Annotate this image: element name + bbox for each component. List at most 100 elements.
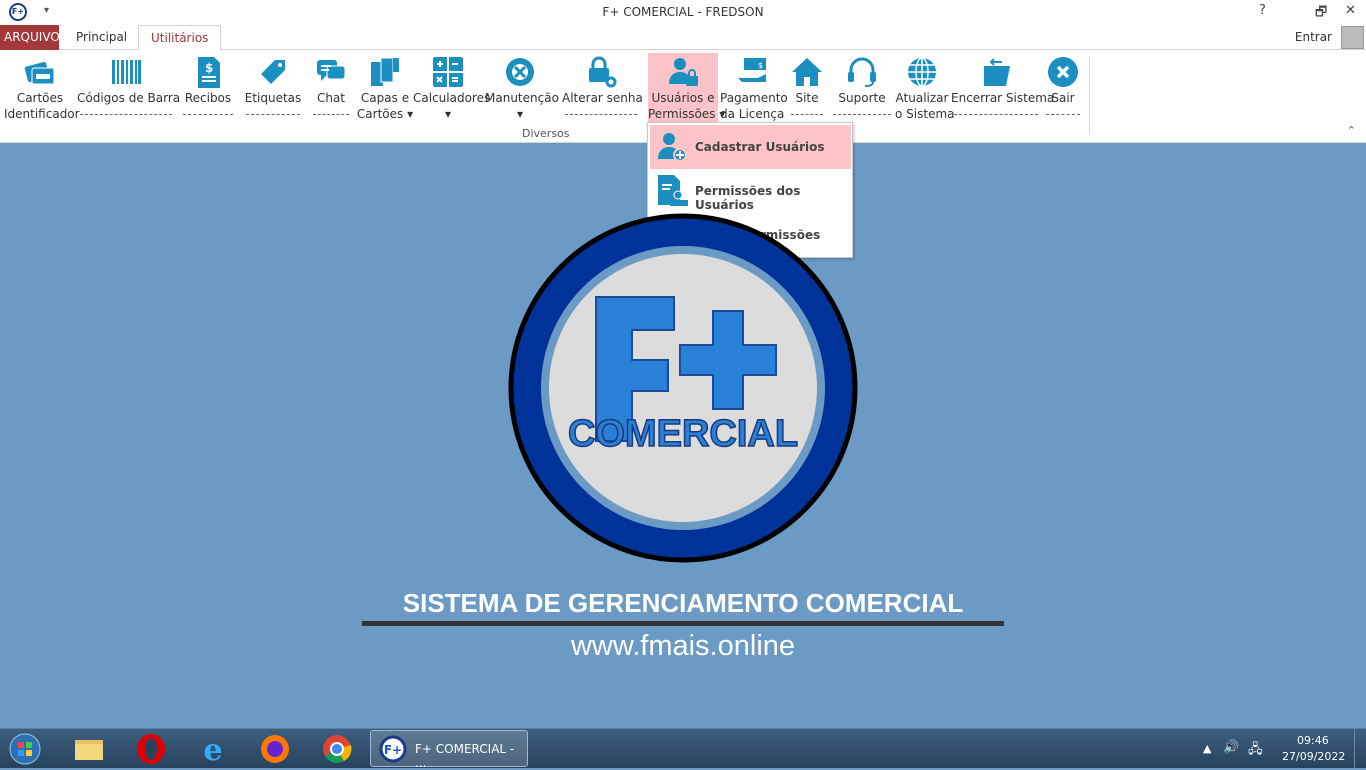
lock-key-icon	[589, 56, 617, 88]
covers-icon	[371, 57, 399, 86]
divider	[246, 106, 300, 115]
svg-text:COMERCIAL: COMERCIAL	[568, 413, 798, 455]
ribbon-button-label: Capas e	[360, 91, 410, 105]
ribbon-button-label: Atualizar	[895, 91, 949, 105]
home-icon	[792, 58, 822, 86]
taskbar-app-label: F+ COMERCIAL - ...	[415, 742, 515, 770]
ribbon-button-label-2: ▾	[444, 107, 452, 121]
divider	[313, 106, 349, 115]
show-hidden-icons-button[interactable]: ▲	[1203, 742, 1211, 755]
ribbon-button-sair[interactable]: Sair	[1043, 53, 1083, 125]
menu-item-cadastrar-usuarios[interactable]: Cadastrar Usuários	[650, 125, 851, 169]
taskbar-app-f-comercial[interactable]: F+ F+ COMERCIAL - ...	[370, 730, 528, 770]
divider	[954, 106, 1038, 115]
ribbon-button-c-digos-de-barra[interactable]: Códigos de Barra	[77, 53, 181, 125]
help-button[interactable]: ?	[1259, 3, 1266, 18]
ribbon-button-calculadores[interactable]: Calculadores ▾	[413, 53, 490, 125]
ribbon-button-etiquetas[interactable]: Etiquetas	[243, 53, 303, 125]
svg-text:F+: F+	[384, 743, 402, 757]
tab-utilitarios[interactable]: Utilitários	[138, 25, 222, 51]
ribbon-button-label: Sair	[1051, 91, 1075, 105]
ribbon-button-label-2: o Sistema	[895, 107, 955, 121]
divider	[791, 106, 823, 115]
close-button[interactable]: ✕	[1345, 3, 1356, 18]
payment-icon: $	[738, 58, 766, 82]
ribbon-button-label: Encerrar Sistema	[951, 91, 1055, 105]
restore-button[interactable]: 🗗	[1315, 3, 1327, 25]
ribbon-button-label: Pagamento	[720, 91, 788, 105]
svg-text:e: e	[203, 733, 222, 766]
tab-arquivo[interactable]: ARQUIVO	[0, 25, 60, 50]
group-label: Diversos	[522, 127, 570, 140]
opera-icon[interactable]	[134, 732, 168, 766]
divider	[833, 106, 891, 115]
show-desktop-button[interactable]	[1354, 729, 1366, 769]
ribbon-button-cart-es[interactable]: Cartões Identificador	[4, 53, 80, 125]
ribbon-button-alterar-senha[interactable]: Alterar senha	[562, 53, 643, 125]
ribbon-button-label-2: Permissões ▾	[648, 107, 726, 121]
sign-in-link[interactable]: Entrar	[1295, 30, 1332, 44]
barcode-icon	[112, 60, 141, 84]
ribbon-button-label: Etiquetas	[244, 91, 302, 105]
chrome-icon[interactable]	[320, 732, 354, 766]
maintenance-icon	[506, 58, 534, 86]
ribbon-button-site[interactable]: Site	[788, 53, 826, 125]
start-button-icon[interactable]	[8, 732, 42, 766]
menu-item-label: Permissões dos Usuários	[695, 184, 801, 212]
ribbon-button-label-2: ▾	[516, 107, 524, 121]
avatar[interactable]	[1341, 26, 1364, 49]
divider	[1089, 56, 1090, 134]
network-icon[interactable]: 🖧	[1248, 740, 1263, 762]
ribbon-button-recibos[interactable]: $ Recibos	[180, 53, 236, 125]
ribbon-button-usu-rios-e[interactable]: Usuários e Permissões ▾	[648, 53, 726, 125]
divider	[1046, 106, 1080, 115]
receipt-icon: $	[198, 57, 220, 88]
calculator-icon	[433, 57, 463, 87]
ribbon-button-label-2: da Licença	[720, 107, 785, 121]
close-circle-icon	[1048, 57, 1078, 87]
title-bar: F+ ▾ F+ COMERCIAL - FREDSON ? 🗗 ✕	[0, 0, 1366, 25]
clock-time[interactable]: 09:46	[1297, 734, 1329, 747]
tab-principal[interactable]: Principal	[64, 25, 139, 50]
permissions-icon	[658, 175, 688, 206]
user-lock-icon	[669, 58, 698, 86]
ribbon-button-manuten-o[interactable]: Manutenção ▾	[485, 53, 559, 125]
file-explorer-icon[interactable]	[72, 732, 106, 766]
slogan: SISTEMA DE GERENCIAMENTO COMERCIAL	[362, 588, 1004, 626]
divider	[80, 106, 172, 115]
internet-explorer-icon[interactable]: e	[196, 732, 230, 766]
ribbon-button-label: Recibos	[184, 91, 232, 105]
ribbon-button-pagamento[interactable]: $ Pagamento da Licença	[720, 53, 788, 125]
ribbon-button-label: Suporte	[838, 91, 886, 105]
headset-icon	[848, 57, 876, 87]
menu-item-label: Cadastrar Usuários	[695, 140, 825, 154]
ribbon-button-suporte[interactable]: Suporte	[830, 53, 894, 125]
ribbon-button-label: Códigos de Barra	[77, 91, 181, 105]
ribbon-button-label: Usuários e	[651, 91, 715, 105]
ribbon-button-capas-e[interactable]: Capas e Cartões ▾	[356, 53, 414, 125]
website-link[interactable]: www.fmais.online	[362, 630, 1004, 663]
globe-icon	[908, 57, 936, 87]
menu-item-permissoes-usuarios[interactable]: Permissões dos Usuários	[650, 169, 851, 213]
ribbon-button-encerrar-sistema[interactable]: Encerrar Sistema	[951, 53, 1055, 125]
volume-icon[interactable]: 🔊	[1223, 740, 1239, 755]
f-plus-comercial-logo: COMERCIAL	[508, 213, 858, 563]
tag-icon	[261, 60, 285, 84]
ribbon-button-label: Site	[795, 91, 819, 105]
svg-text:$: $	[758, 61, 763, 70]
chat-icon	[317, 60, 346, 81]
ribbon-button-chat[interactable]: Chat	[310, 53, 352, 125]
svg-text:$: $	[205, 61, 213, 75]
ribbon-button-atualizar[interactable]: Atualizar o Sistema	[895, 53, 955, 125]
id-card-icon	[24, 61, 55, 85]
firefox-icon[interactable]	[258, 732, 292, 766]
ribbon-button-label: Chat	[316, 91, 346, 105]
ribbon-button-label: Alterar senha	[562, 91, 643, 105]
ribbon-button-label: Cartões	[16, 91, 64, 105]
clock-date[interactable]: 27/09/2022	[1282, 750, 1345, 763]
divider	[565, 106, 637, 115]
ribbon-button-label-2: Identificador	[4, 107, 80, 121]
collapse-ribbon-icon[interactable]: ⌃	[1347, 124, 1356, 137]
divider	[183, 106, 233, 115]
taskbar: e F+ F+ COMERCIAL - ... ▲ 🔊 🖧 09:46 27/0…	[0, 728, 1366, 770]
